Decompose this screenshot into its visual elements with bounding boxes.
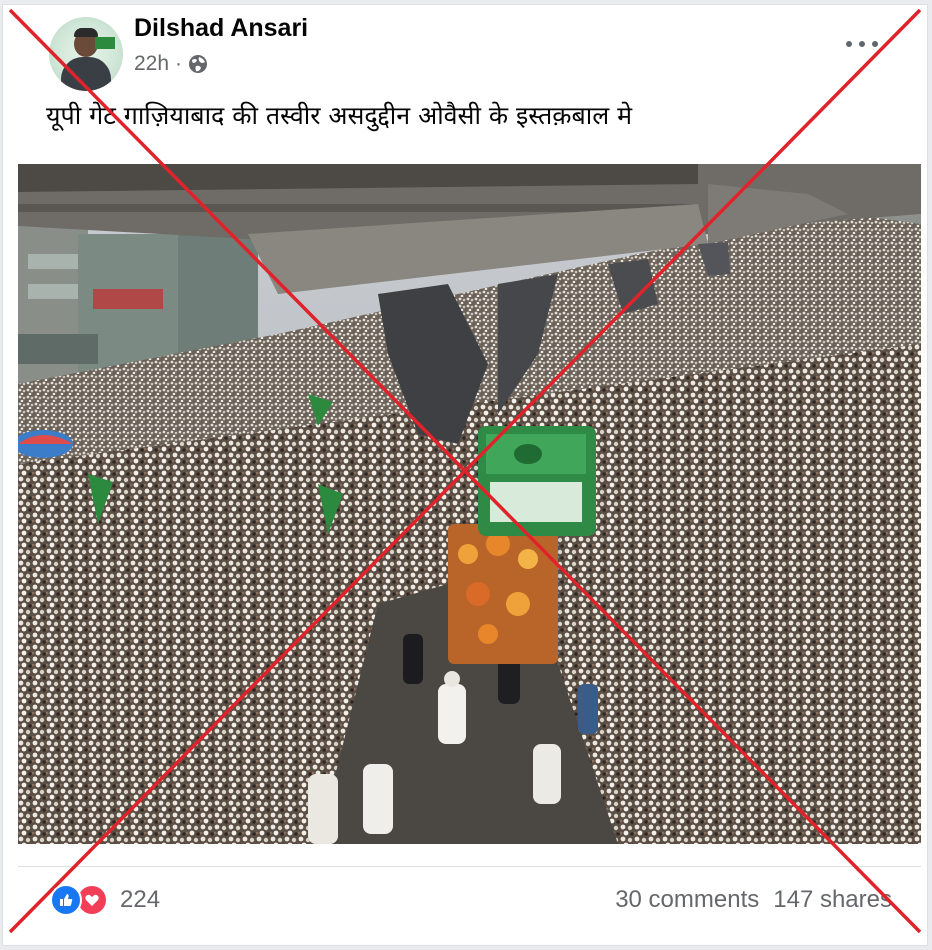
- post-stats: 30 comments 147 shares: [615, 886, 892, 914]
- post-meta: 22h ·: [134, 52, 208, 76]
- post-timestamp[interactable]: 22h: [134, 52, 169, 76]
- post-photo[interactable]: [18, 164, 921, 844]
- post-author-name[interactable]: Dilshad Ansari: [134, 14, 308, 43]
- meta-separator: ·: [175, 52, 183, 75]
- footer-divider: [18, 866, 921, 867]
- comments-count-link[interactable]: 30 comments: [615, 886, 759, 914]
- reactions-summary[interactable]: 224: [50, 884, 160, 916]
- globe-icon: [188, 54, 208, 74]
- post-text: यूपी गेट गाज़ियाबाद की तस्वीर असदुद्दीन …: [46, 101, 633, 130]
- more-horizontal-icon[interactable]: [846, 38, 878, 50]
- reaction-count: 224: [120, 886, 161, 913]
- avatar[interactable]: [49, 17, 123, 91]
- shares-count-link[interactable]: 147 shares: [773, 886, 892, 914]
- like-icon: [50, 884, 82, 916]
